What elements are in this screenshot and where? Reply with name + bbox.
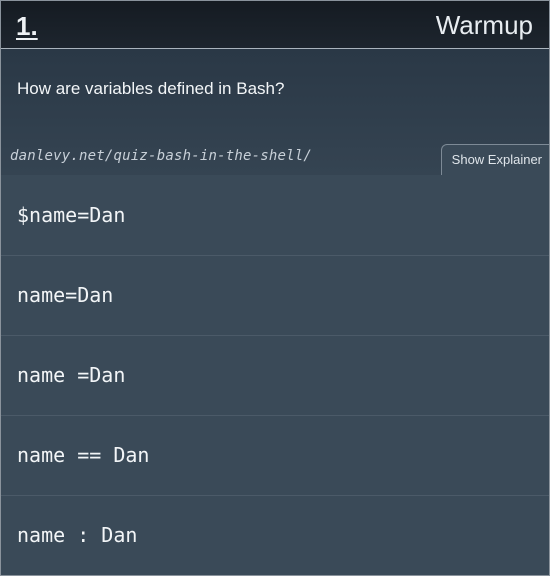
answer-option-text: name : Dan [17, 523, 138, 547]
source-url: danlevy.net/quiz-bash-in-the-shell/ [10, 148, 313, 164]
answer-option-1[interactable]: $name=Dan [1, 176, 549, 256]
quiz-header: 1. Warmup [1, 1, 549, 49]
answer-option-text: $name=Dan [17, 203, 126, 227]
answer-option-3[interactable]: name =Dan [1, 336, 549, 416]
answer-option-4[interactable]: name == Dan [1, 416, 549, 496]
quiz-title: Warmup [435, 10, 533, 40]
answer-options: $name=Dan name=Dan name =Dan name == Dan… [1, 176, 549, 575]
question-text: How are variables defined in Bash? [17, 79, 285, 98]
show-explainer-button[interactable]: Show Explainer [440, 144, 549, 175]
answer-option-2[interactable]: name=Dan [1, 256, 549, 336]
answer-option-text: name =Dan [17, 363, 126, 387]
answer-option-text: name == Dan [17, 443, 150, 467]
answer-option-5[interactable]: name : Dan [1, 496, 549, 575]
answer-option-text: name=Dan [17, 283, 114, 307]
question-number: 1. [16, 11, 38, 41]
quiz-card: 1. Warmup How are variables defined in B… [0, 0, 550, 576]
question-area: How are variables defined in Bash? danle… [1, 49, 549, 175]
